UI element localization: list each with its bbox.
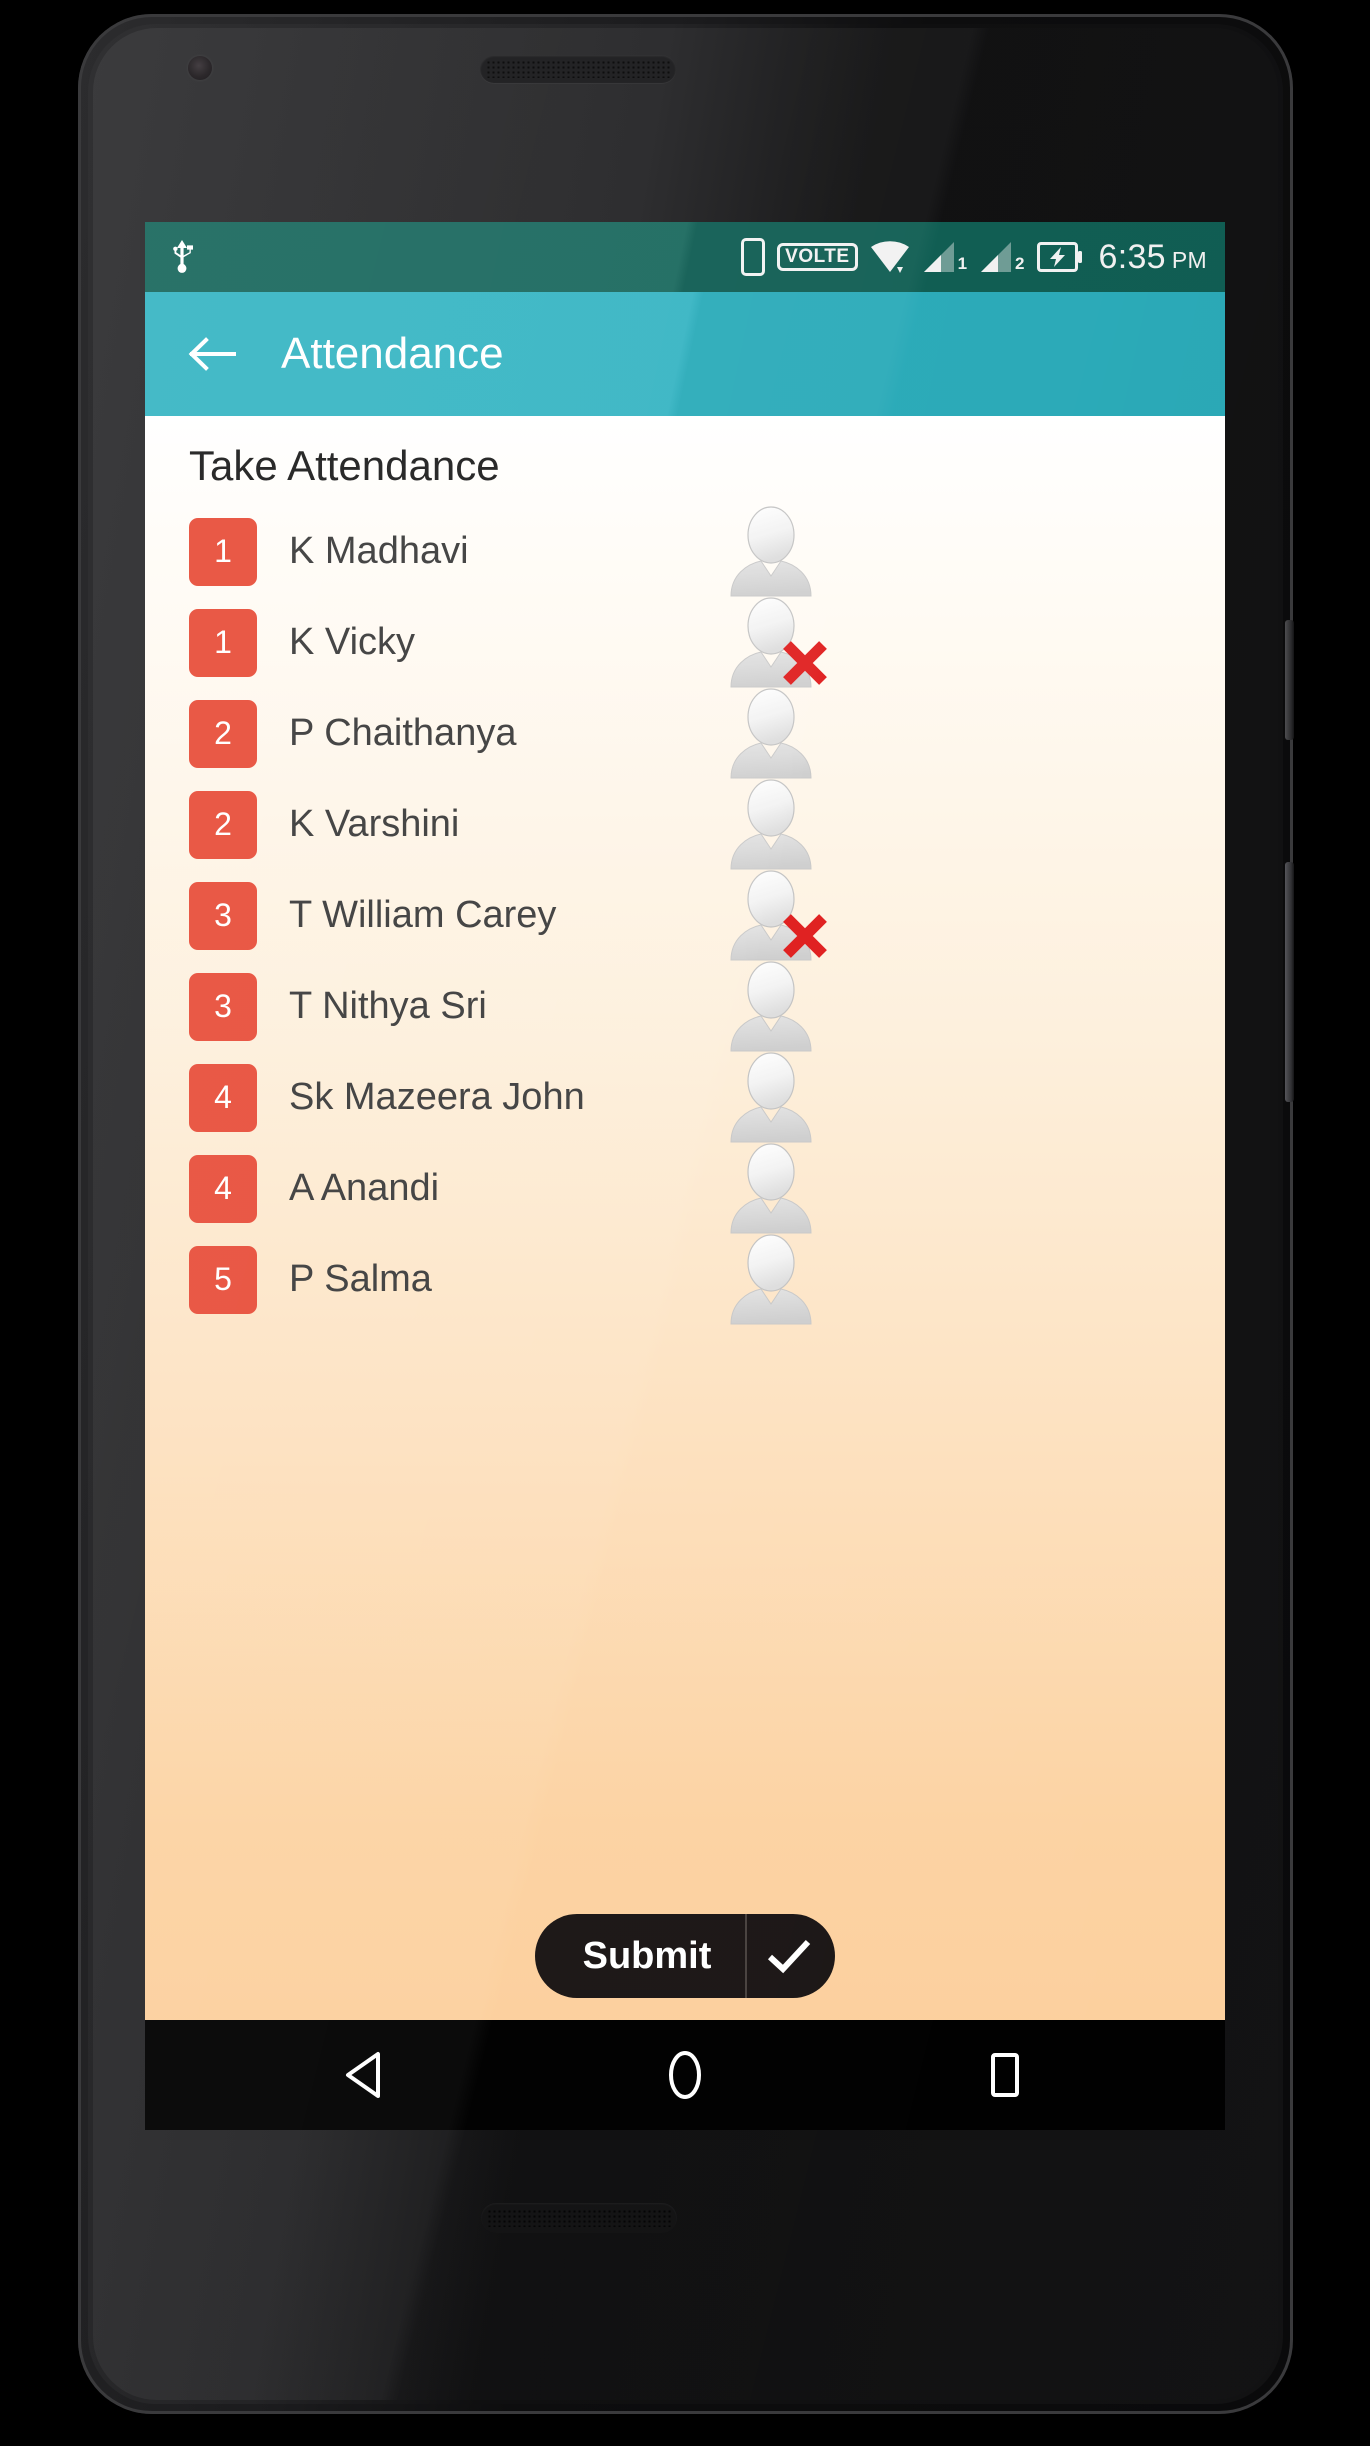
avatar-icon — [723, 686, 819, 782]
student-row[interactable]: 1 K Vicky — [145, 595, 1225, 691]
signal-bars-icon — [922, 241, 956, 273]
student-row[interactable]: 2 P Chaithanya — [145, 686, 1225, 782]
wifi-icon — [870, 240, 910, 274]
section-title: Take Attendance — [189, 442, 500, 489]
triangle-back-icon — [342, 2050, 388, 2100]
sim2-signal: 2 — [979, 241, 1025, 273]
volume-rocker-button[interactable] — [1285, 862, 1294, 1102]
nav-home-button[interactable] — [635, 2025, 735, 2125]
absent-x-icon — [779, 910, 831, 962]
sim1-label: 1 — [957, 254, 968, 273]
student-name: T Nithya Sri — [289, 985, 487, 1027]
earpiece-speaker — [480, 55, 676, 83]
student-name: P Salma — [289, 1258, 432, 1300]
nav-back-button[interactable] — [315, 2025, 415, 2125]
bottom-speaker — [481, 2203, 677, 2233]
student-name: K Madhavi — [289, 530, 469, 572]
student-row[interactable]: 4 Sk Mazeera John — [145, 1050, 1225, 1146]
sim2-label: 2 — [1015, 254, 1025, 273]
submit-confirm-button[interactable] — [747, 1936, 831, 1976]
student-row[interactable]: 2 K Varshini — [145, 777, 1225, 873]
status-bar: VOLTE 1 2 6:35 PM — [145, 222, 1225, 292]
app-bar: Attendance — [145, 292, 1225, 416]
student-row[interactable]: 1 K Madhavi — [145, 504, 1225, 600]
check-icon — [766, 1936, 812, 1976]
battery-charging-icon — [1036, 242, 1083, 272]
student-name: K Vicky — [289, 621, 416, 663]
attendance-toggle[interactable] — [723, 686, 819, 782]
signal-bars-icon — [979, 241, 1013, 273]
page-title: Attendance — [281, 329, 504, 378]
student-class-badge: 1 — [189, 608, 257, 677]
student-class-badge: 3 — [189, 972, 257, 1041]
student-list: 1 K Madhavi 1 K Vicky 2 P Chaithanya 2 K V… — [145, 504, 1225, 1328]
screenshot-root: VOLTE 1 2 6:35 PM Attendance Take Attend… — [0, 0, 1370, 2446]
circle-home-icon — [662, 2048, 708, 2102]
submit-button[interactable]: Submit — [534, 1914, 836, 1998]
phone-screen: VOLTE 1 2 6:35 PM Attendance Take Attend… — [145, 222, 1225, 2130]
student-row[interactable]: 3 T William Carey — [145, 868, 1225, 964]
attendance-toggle[interactable] — [723, 504, 819, 600]
attendance-toggle[interactable] — [723, 595, 827, 691]
student-name: A Anandi — [289, 1167, 440, 1209]
avatar-icon — [723, 1232, 819, 1328]
android-navigation-bar — [145, 2020, 1225, 2130]
student-class-badge: 4 — [189, 1063, 257, 1132]
student-class-badge: 1 — [189, 517, 257, 586]
nav-recents-button[interactable] — [955, 2025, 1055, 2125]
attendance-toggle[interactable] — [723, 1141, 819, 1237]
student-row[interactable]: 5 P Salma — [145, 1232, 1225, 1328]
student-class-badge: 2 — [189, 699, 257, 768]
status-bar-right: VOLTE 1 2 6:35 PM — [741, 238, 1207, 277]
avatar-icon — [723, 504, 819, 600]
arrow-back-icon — [188, 334, 236, 374]
student-name: Sk Mazeera John — [289, 1076, 585, 1118]
student-name: P Chaithanya — [289, 712, 517, 754]
student-class-badge: 5 — [189, 1245, 257, 1314]
avatar-icon — [723, 777, 819, 873]
attendance-content: Take Attendance 1 K Madhavi 1 K Vicky 2 P … — [145, 416, 1225, 2020]
power-button[interactable] — [1285, 620, 1294, 740]
attendance-toggle[interactable] — [723, 959, 819, 1055]
avatar-icon — [723, 1050, 819, 1146]
usb-icon — [167, 239, 197, 275]
back-button[interactable] — [177, 319, 247, 389]
clock-time: 6:35 — [1098, 237, 1166, 276]
student-row[interactable]: 4 A Anandi — [145, 1141, 1225, 1237]
front-camera — [188, 56, 212, 80]
status-bar-left — [167, 239, 197, 275]
clock-ampm: PM — [1171, 246, 1207, 273]
volte-badge: VOLTE — [777, 243, 858, 271]
student-class-badge: 3 — [189, 881, 257, 950]
student-class-badge: 2 — [189, 790, 257, 859]
attendance-toggle[interactable] — [723, 1050, 819, 1146]
attendance-toggle[interactable] — [723, 1232, 819, 1328]
square-recents-icon — [985, 2051, 1025, 2099]
student-class-badge: 4 — [189, 1154, 257, 1223]
sim1-signal: 1 — [922, 241, 967, 273]
vibrate-icon — [741, 238, 766, 276]
student-name: K Varshini — [289, 803, 460, 845]
submit-button-label: Submit — [582, 1934, 712, 1977]
avatar-icon — [723, 959, 819, 1055]
student-name: T William Carey — [289, 894, 557, 936]
submit-area: Submit — [145, 1914, 1225, 1998]
attendance-toggle[interactable] — [723, 777, 819, 873]
student-row[interactable]: 3 T Nithya Sri — [145, 959, 1225, 1055]
attendance-toggle[interactable] — [723, 868, 827, 964]
absent-x-icon — [779, 637, 831, 689]
status-bar-clock: 6:35 PM — [1099, 238, 1207, 277]
avatar-icon — [723, 1141, 819, 1237]
